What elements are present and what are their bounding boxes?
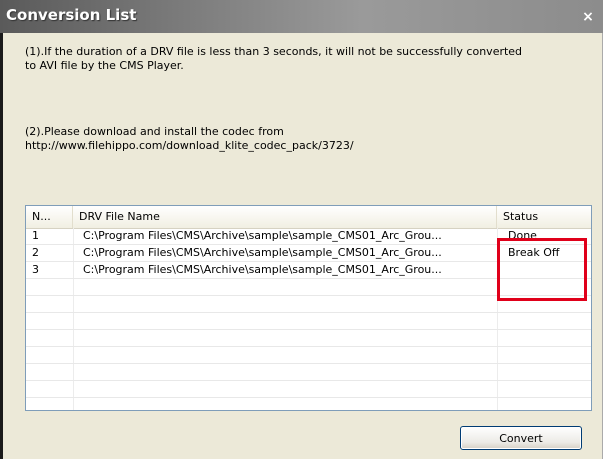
- row-number: 1: [32, 229, 39, 242]
- title-bar[interactable]: Conversion List ×: [0, 0, 603, 33]
- convert-button[interactable]: Convert: [460, 426, 582, 450]
- list-header: N... DRV File Name Status: [26, 206, 591, 229]
- status-column-highlight-box: [497, 238, 587, 301]
- duration-warning-text: (1).If the duration of a DRV file is les…: [25, 45, 523, 72]
- list-row-empty: [26, 330, 591, 347]
- dialog-title: Conversion List: [6, 6, 137, 24]
- list-row-empty: [26, 381, 591, 398]
- list-row-empty: [26, 364, 591, 381]
- row-number: 2: [32, 246, 39, 259]
- row-file-name: C:\Program Files\CMS\Archive\sample\samp…: [83, 229, 442, 242]
- row-file-name: C:\Program Files\CMS\Archive\sample\samp…: [83, 246, 442, 259]
- row-number: 3: [32, 263, 39, 276]
- column-header-number[interactable]: N...: [26, 206, 73, 228]
- column-header-file-name[interactable]: DRV File Name: [73, 206, 497, 228]
- close-icon[interactable]: ×: [579, 8, 597, 26]
- codec-instruction-text: (2).Please download and install the code…: [25, 125, 354, 152]
- list-row-empty: [26, 347, 591, 364]
- dialog-body: (1).If the duration of a DRV file is les…: [3, 33, 602, 459]
- list-row-empty: [26, 313, 591, 330]
- row-file-name: C:\Program Files\CMS\Archive\sample\samp…: [83, 263, 442, 276]
- conversion-list-dialog: Conversion List × (1).If the duration of…: [0, 0, 603, 459]
- drv-file-list[interactable]: N... DRV File Name Status 1 C:\Program F…: [25, 205, 592, 411]
- column-header-status[interactable]: Status: [497, 206, 591, 228]
